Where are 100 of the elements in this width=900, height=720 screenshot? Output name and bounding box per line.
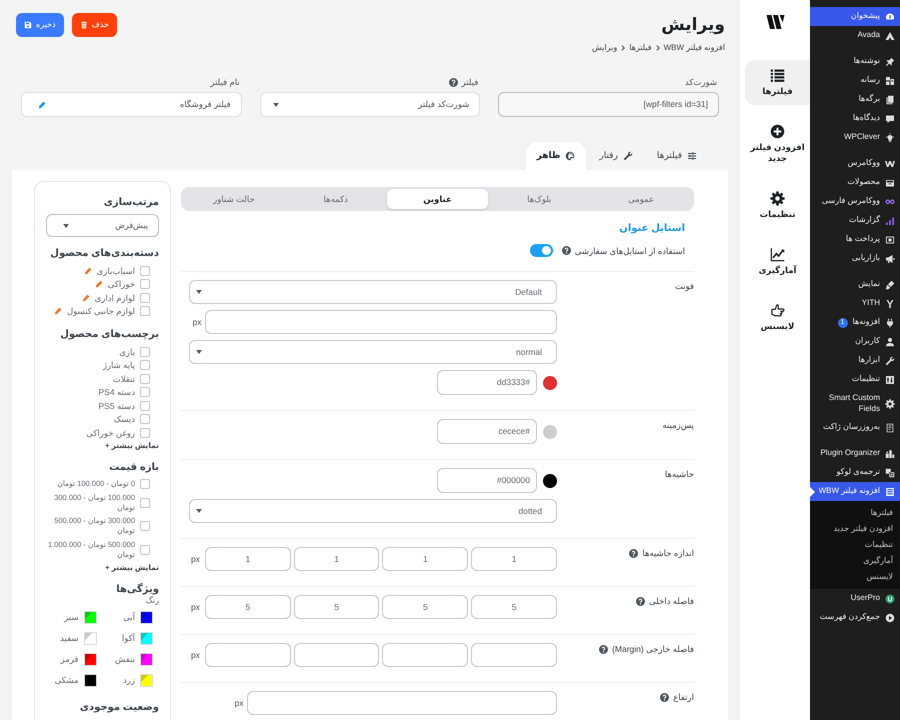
breadcrumb-link[interactable]: افزونه فیلتر WBW [664,42,725,53]
checkbox[interactable] [140,292,150,303]
color-swatch-icon[interactable] [543,424,557,438]
menu-item[interactable]: محصولات [810,173,900,192]
menu-item[interactable]: پرداخت ها [810,230,900,249]
color-swatch-icon[interactable] [543,376,557,390]
delete-button[interactable]: حذف [72,13,117,37]
tab[interactable]: رفتار [588,142,644,170]
color-swatch-icon[interactable] [140,674,153,686]
checkbox[interactable] [140,521,150,532]
nav-item[interactable]: فیلترها [745,60,810,105]
menu-item[interactable]: گزارشات [810,211,900,230]
submenu-item[interactable]: افزودن فیلتر جدید [810,521,900,537]
submenu-item[interactable]: تنظیمات [810,537,900,553]
menu-item[interactable]: YITH [810,294,900,313]
menu-item[interactable]: WPClever [810,128,900,147]
menu-item[interactable]: ووکامرس فارسی [810,192,900,211]
filter-select[interactable]: شورت‌کد فیلتر [260,92,480,117]
menu-item[interactable]: بازاریابی [810,249,900,268]
menu-item[interactable]: تنظیمات [810,370,900,389]
tab[interactable]: فیلترها [646,142,708,170]
checkbox[interactable] [140,400,150,411]
pencil-icon[interactable] [54,307,62,316]
color-swatch-icon[interactable] [140,632,153,644]
select-field[interactable]: normal [189,340,557,364]
input-field[interactable]: 1 [471,547,557,571]
menu-item[interactable]: ترجمه‌ی لوکو [810,463,900,482]
help-icon[interactable] [599,644,608,654]
checkbox[interactable] [140,279,150,290]
help-icon[interactable] [660,692,670,702]
subtab[interactable]: حالت شناور [183,189,285,209]
input-field[interactable]: 5 [294,595,380,619]
pencil-icon[interactable] [38,100,46,108]
help-icon[interactable] [629,548,638,558]
input-field[interactable] [382,643,468,667]
input-field[interactable]: 1 [204,547,291,571]
checkbox[interactable] [140,266,150,276]
subtab[interactable]: عناوین [386,189,488,209]
menu-item[interactable]: جمع‌کردن فهرست [810,608,900,627]
help-icon[interactable] [636,596,646,606]
color-swatch-icon[interactable] [140,652,153,666]
color-field[interactable]: #cecece [437,419,537,444]
menu-item[interactable]: رسانه [810,71,900,90]
input-field[interactable]: 5 [204,595,291,619]
submenu-item[interactable]: فیلترها [810,505,900,521]
checkbox[interactable] [140,346,150,357]
input-field[interactable]: 1 [294,547,380,571]
menu-item[interactable]: Smart Custom Fields [810,389,900,418]
input-field[interactable]: 1 [382,547,468,571]
submenu-item[interactable]: آمارگیری [810,553,900,569]
color-swatch-icon[interactable] [543,474,557,488]
submenu-item[interactable]: لایسنس [810,569,900,585]
menu-item[interactable]: نمایش [810,275,900,294]
menu-item[interactable]: نوشته‌ها [810,52,900,71]
menu-item[interactable]: ابزارها [810,351,900,370]
color-swatch-icon[interactable] [84,632,96,644]
checkbox[interactable] [140,498,150,508]
checkbox[interactable] [140,374,150,384]
menu-item[interactable]: افزونه فیلتر WBW [810,482,900,501]
input-field[interactable] [247,691,557,715]
checkbox[interactable] [140,306,150,316]
menu-item[interactable]: Avada [810,26,900,45]
color-swatch-icon[interactable] [84,652,96,666]
menu-item[interactable]: دیدگاه‌ها [810,109,900,128]
menu-item[interactable]: ووکامرس [810,154,900,173]
nav-item[interactable]: آمارگیری [745,239,810,284]
toggle-switch[interactable] [530,244,553,257]
shortcode-field[interactable]: [wpf-filters id=31] [498,92,719,117]
input-field[interactable]: 5 [471,595,557,619]
input-field[interactable] [294,643,380,667]
subtab[interactable]: دکمه‌ها [284,189,387,209]
nav-item[interactable]: افزودن فیلتر جدید [745,116,810,172]
select-field[interactable]: dotted [189,499,557,523]
color-field[interactable]: #dd3333 [437,370,537,395]
breadcrumb-link[interactable]: فیلترها [629,42,652,53]
menu-item[interactable]: برگه‌ها [810,90,900,109]
input-field[interactable]: 5 [382,595,468,619]
nav-item[interactable]: تنظیمات [745,183,810,228]
menu-item[interactable]: UserPro [810,589,900,608]
help-icon[interactable] [562,246,571,255]
nav-item[interactable]: لایسنس [745,295,810,340]
input-field[interactable] [205,310,557,334]
subtab[interactable]: عمومی [590,189,692,209]
checkbox[interactable] [140,387,150,398]
checkbox[interactable] [140,360,150,370]
checkbox[interactable] [140,428,150,438]
name-field[interactable]: فیلتر فروشگاه [21,92,242,117]
color-swatch-icon[interactable] [140,610,153,624]
help-icon[interactable] [448,78,458,86]
menu-item[interactable]: Plugin Organizer [810,444,900,463]
input-field[interactable] [471,643,557,667]
color-swatch-icon[interactable] [84,674,96,686]
checkbox[interactable] [140,544,150,555]
checkbox[interactable] [140,414,150,424]
sort-select[interactable]: پیش‌فرض [46,214,159,237]
menu-item[interactable]: به‌روزرسان ژاکت [810,418,900,437]
menu-item[interactable]: پیشخوان [810,7,900,26]
color-swatch-icon[interactable] [84,610,96,624]
save-button[interactable]: ذخیره [16,13,64,37]
subtab[interactable]: بلوک‌ها [488,189,590,209]
